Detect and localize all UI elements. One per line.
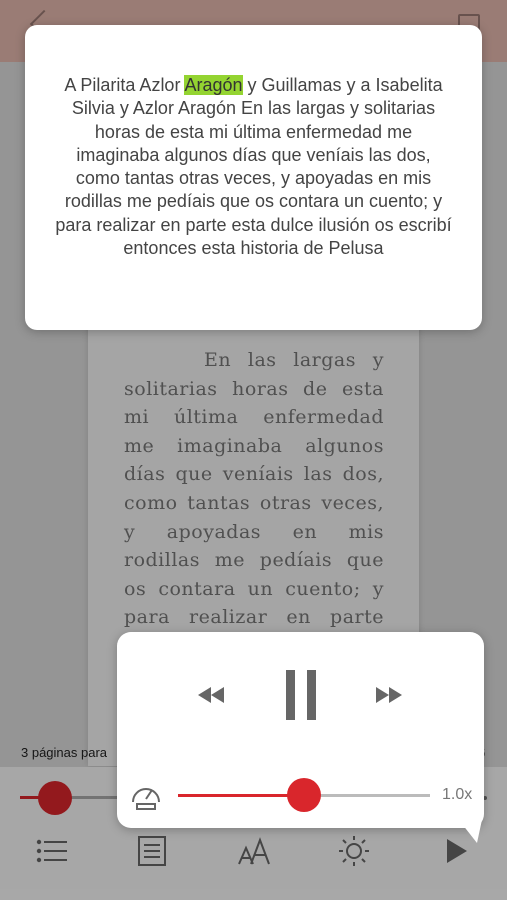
speed-slider-fill <box>178 794 304 797</box>
speed-slider-knob[interactable] <box>287 778 321 812</box>
pause-icon[interactable] <box>277 670 325 720</box>
highlighted-word: Aragón <box>184 75 243 95</box>
speedometer-icon[interactable] <box>127 777 165 813</box>
popup-pointer <box>455 815 483 843</box>
rewind-icon[interactable] <box>191 680 231 710</box>
text-popup: A Pilarita Azlor Aragón y Guillamas y a … <box>25 25 482 330</box>
fast-forward-icon[interactable] <box>369 680 409 710</box>
popup-text: A Pilarita Azlor Aragón y Guillamas y a … <box>55 75 452 259</box>
speed-label: 1.0x <box>442 786 473 803</box>
